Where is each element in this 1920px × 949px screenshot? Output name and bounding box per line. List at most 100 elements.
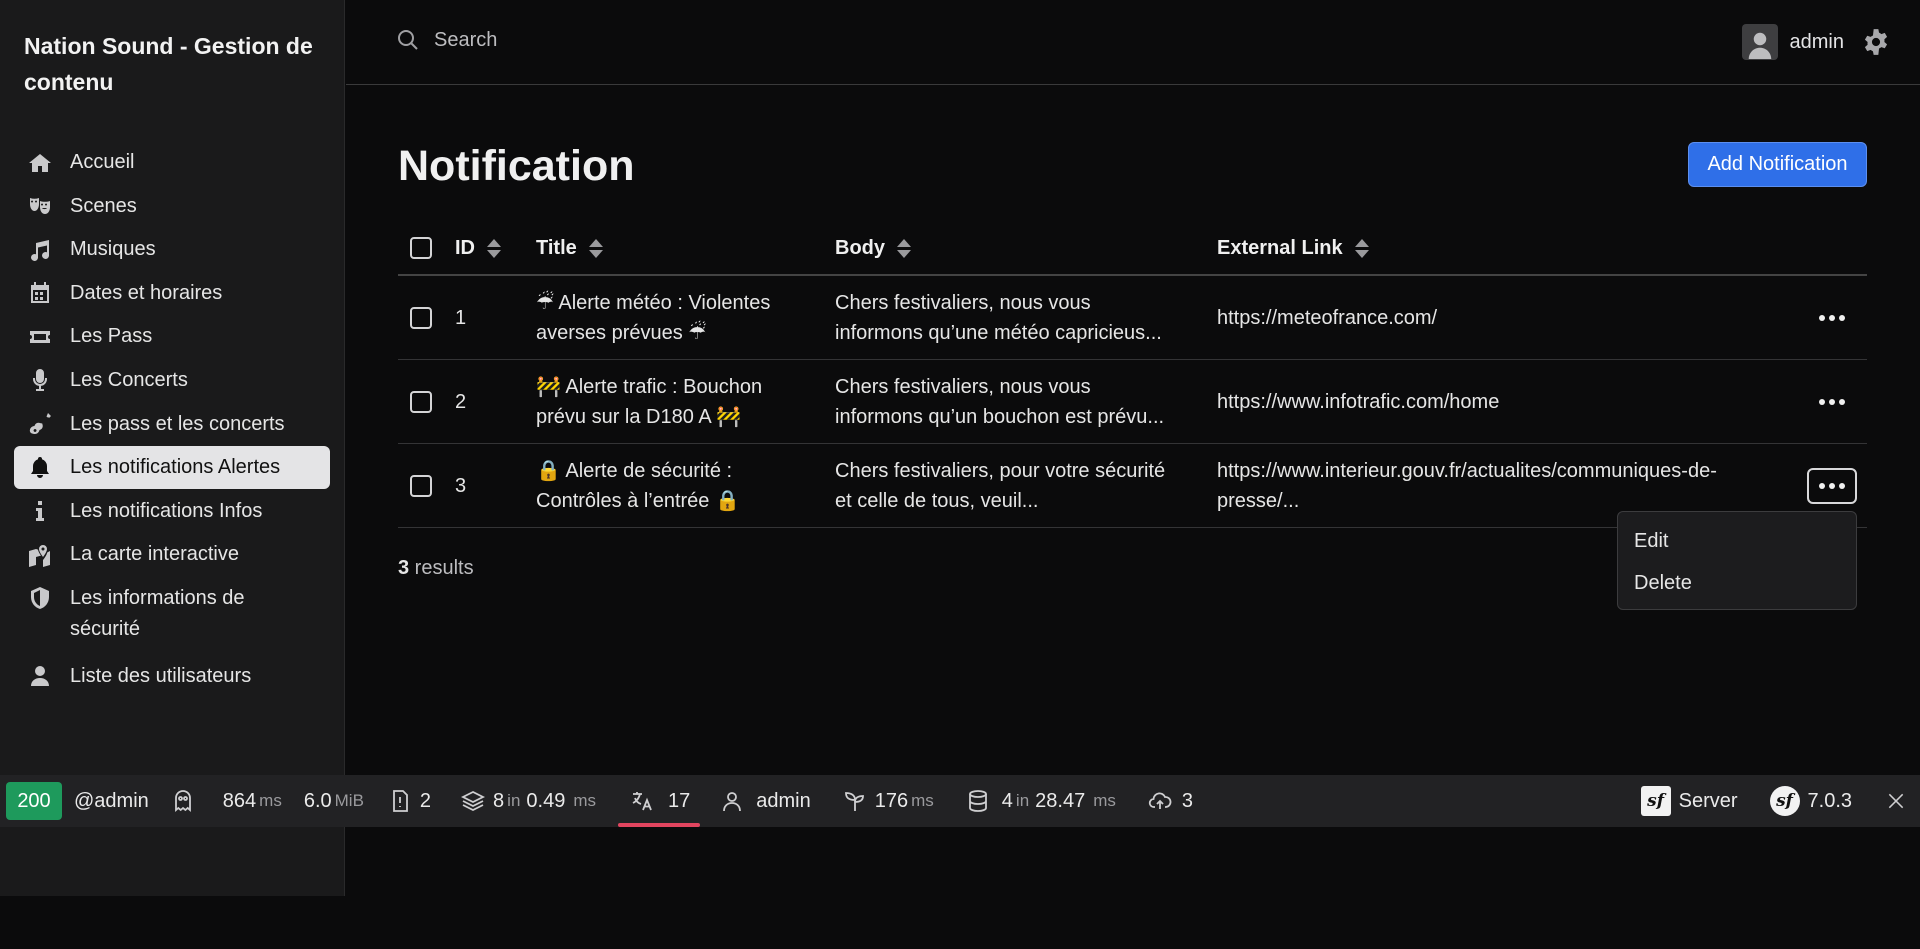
select-all-cell xyxy=(410,222,432,274)
dropdown-delete[interactable]: Delete xyxy=(1618,568,1856,610)
results-number: 3 xyxy=(398,557,410,579)
sidebar-item-carte[interactable]: La carte interactive xyxy=(14,533,330,576)
sidebar-item-utilisateurs[interactable]: Liste des utilisateurs xyxy=(14,655,330,698)
row-body-line: Chers festivaliers, pour votre sécurité xyxy=(835,459,1166,482)
column-id[interactable]: ID xyxy=(455,222,501,274)
sidebar-item-label: Les Concerts xyxy=(70,368,188,391)
column-header-label: External Link xyxy=(1217,237,1343,259)
results-label: results xyxy=(409,557,474,579)
twig-unit: ms xyxy=(911,791,934,810)
row-actions-button[interactable] xyxy=(1807,467,1857,504)
toolbar-logs[interactable]: 2 xyxy=(388,775,431,827)
toolbar-time[interactable]: 864 ms xyxy=(223,775,282,827)
sidebar-item-notifications-infos[interactable]: Les notifications Infos xyxy=(14,490,330,533)
sidebar-item-musiques[interactable]: Musiques xyxy=(14,228,330,271)
search-icon xyxy=(398,30,418,50)
sidebar-item-label: Les pass et les concerts xyxy=(70,412,285,435)
toolbar-close-button[interactable] xyxy=(1886,775,1906,827)
sidebar-item-accueil[interactable]: Accueil xyxy=(14,141,330,184)
row-external-link[interactable]: https://meteofrance.com/ xyxy=(1217,276,1777,359)
toolbar-version[interactable]: sf 7.0.3 xyxy=(1769,775,1852,827)
column-header-label: Title xyxy=(536,237,577,259)
row-id: 1 xyxy=(455,306,467,329)
db-unit: ms xyxy=(1093,791,1116,810)
cache-count: 8 xyxy=(493,789,505,812)
logs-count: 2 xyxy=(419,789,432,812)
sidebar-item-scenes[interactable]: Scenes xyxy=(14,185,330,228)
avatar[interactable] xyxy=(1741,24,1778,60)
calendar-icon xyxy=(26,281,54,306)
toolbar-security[interactable]: admin xyxy=(720,775,811,827)
row-title: ☔ Alerte météo : Violentes averses prévue… xyxy=(536,276,826,359)
sidebar-item-label: Liste des utilisateurs xyxy=(70,664,252,687)
username-label[interactable]: admin xyxy=(1790,31,1844,54)
dot xyxy=(1819,314,1825,321)
toolbar-cache[interactable]: 8 in 0.49 ms xyxy=(461,775,596,827)
dot xyxy=(1819,398,1825,405)
toolbar-translation[interactable]: 17 xyxy=(618,775,701,827)
info-icon xyxy=(26,499,54,524)
row-title: 🔒 Alerte de sécurité : Contrôles à l’entr… xyxy=(536,444,826,527)
row-actions-button[interactable] xyxy=(1807,384,1857,420)
version-label: 7.0.3 xyxy=(1807,789,1852,812)
dropdown-edit[interactable]: Edit xyxy=(1618,526,1856,568)
toolbar-twig[interactable]: 176 ms xyxy=(843,775,934,827)
toolbar-request-user[interactable]: @admin xyxy=(74,775,149,827)
sidebar-item-label: Accueil xyxy=(70,151,135,173)
symfony-logo-icon: sf xyxy=(1769,786,1800,816)
row-external-link[interactable]: https://www.infotrafic.com/home xyxy=(1217,360,1777,443)
gear-icon[interactable] xyxy=(1862,28,1890,56)
row-body: Chers festivaliers, nous vous informons q… xyxy=(835,360,1200,443)
sidebar-item-label: Scenes xyxy=(70,194,137,217)
db-count: 4 xyxy=(1001,789,1013,812)
column-external-link[interactable]: External Link xyxy=(1217,222,1777,274)
row-body-line: Chers festivaliers, nous vous xyxy=(835,291,1091,314)
row-checkbox[interactable] xyxy=(410,390,432,413)
search-input[interactable] xyxy=(434,28,734,52)
sidebar-item-pass-concerts[interactable]: Les pass et les concerts xyxy=(14,403,330,446)
sidebar-item-dates[interactable]: Dates et horaires xyxy=(14,272,330,315)
theater-masks-icon xyxy=(26,194,54,219)
cache-in: in xyxy=(507,791,521,810)
row-actions-dropdown: Edit Delete xyxy=(1617,511,1857,610)
sort-icon xyxy=(588,238,603,258)
column-header-label: Body xyxy=(835,237,885,259)
toolbar-http-client[interactable]: 3 xyxy=(1146,775,1193,827)
row-actions-button[interactable] xyxy=(1807,300,1857,336)
sidebar-item-notifications-alertes[interactable]: Les notifications Alertes xyxy=(14,446,330,490)
row-title-line: 🔒 Alerte de sécurité : xyxy=(536,459,733,482)
add-notification-button[interactable]: Add Notification xyxy=(1688,142,1867,187)
ticket-icon xyxy=(26,324,54,349)
row-actions-cell xyxy=(1806,360,1858,443)
select-all-checkbox[interactable] xyxy=(410,237,432,259)
microphone-icon xyxy=(26,368,54,393)
row-title: 🚧 Alerte trafic : Bouchon prévu sur la D1… xyxy=(536,360,826,443)
cache-time: 0.49 xyxy=(526,789,566,812)
toolbar-ghost[interactable] xyxy=(171,775,203,827)
sidebar-item-concerts[interactable]: Les Concerts xyxy=(14,359,330,402)
toolbar-memory[interactable]: 6.0 MiB xyxy=(304,775,364,827)
status-badge[interactable]: 200 xyxy=(6,782,62,820)
user-menu[interactable]: admin xyxy=(1741,24,1890,60)
memory-value: 6.0 xyxy=(303,789,332,812)
column-body[interactable]: Body xyxy=(835,222,1200,274)
sidebar-item-pass[interactable]: Les Pass xyxy=(14,315,330,358)
brand-title[interactable]: Nation Sound - Gestion de contenu xyxy=(24,28,329,100)
time-value: 864 xyxy=(222,789,257,812)
translation-count: 17 xyxy=(668,789,691,812)
toolbar-server[interactable]: sf Server xyxy=(1640,775,1738,827)
user-icon xyxy=(26,664,54,689)
database-icon xyxy=(968,790,987,812)
row-id: 2 xyxy=(455,390,467,413)
column-header-label: ID xyxy=(455,237,475,259)
dot xyxy=(1819,482,1825,489)
table-header: ID Title Body External Link xyxy=(398,222,1867,276)
sidebar-item-label: Les notifications Alertes xyxy=(70,456,281,479)
column-title[interactable]: Title xyxy=(536,222,826,274)
sidebar-item-securite[interactable]: Les informations de sécurité xyxy=(14,577,330,654)
sidebar-nav: Accueil Scenes Musiques Dates et horaire… xyxy=(14,141,330,698)
row-checkbox[interactable] xyxy=(410,474,432,497)
row-checkbox[interactable] xyxy=(410,306,432,329)
dot xyxy=(1829,314,1835,321)
toolbar-database[interactable]: 4 in 28.47 ms xyxy=(966,775,1116,827)
